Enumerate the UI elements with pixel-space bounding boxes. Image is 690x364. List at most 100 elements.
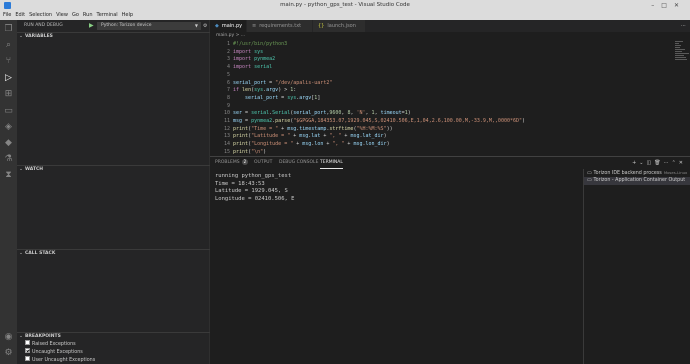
watch-section-header[interactable]: ⌄ WATCH bbox=[17, 165, 210, 174]
run-debug-icon[interactable]: ▷ bbox=[3, 73, 14, 84]
menu-help[interactable]: Help bbox=[122, 12, 133, 18]
sidebar-header: RUN AND DEBUG ▶ Python: Torizon device ▼… bbox=[17, 20, 209, 32]
start-debugging-icon[interactable]: ▶ bbox=[89, 20, 94, 32]
testing-icon[interactable]: ⚗ bbox=[3, 154, 14, 165]
line-number: 10 bbox=[223, 110, 230, 117]
breakpoint-checkbox[interactable] bbox=[25, 348, 30, 353]
minimize-icon[interactable]: – bbox=[651, 2, 661, 9]
menu-view[interactable]: View bbox=[56, 12, 68, 18]
breakpoint-raised-exceptions[interactable]: Raised Exceptions bbox=[25, 340, 76, 349]
code-token: ", " bbox=[329, 133, 342, 140]
launch-config-value: Python: Torizon device bbox=[101, 23, 152, 28]
open-launch-json-gear-icon[interactable]: ⚙ bbox=[203, 20, 207, 32]
maximize-icon[interactable]: □ bbox=[661, 2, 674, 9]
breakpoints-section-header[interactable]: ⌄ BREAKPOINTS bbox=[17, 332, 210, 341]
torizon-icon[interactable]: ◆ bbox=[3, 138, 14, 149]
docker-icon[interactable]: ◈ bbox=[3, 122, 14, 133]
extensions-icon[interactable]: ⊞ bbox=[3, 89, 14, 100]
code-line[interactable]: #!/usr/bin/python3 bbox=[233, 41, 287, 49]
code-token: msg bbox=[233, 118, 243, 124]
menu-bar: File Edit Selection View Go Run Terminal Help bbox=[0, 11, 690, 20]
window-controls[interactable]: –□✕ bbox=[651, 1, 686, 10]
breakpoint-checkbox[interactable] bbox=[25, 340, 30, 345]
code-token: "\n" bbox=[251, 148, 264, 155]
menu-go[interactable]: Go bbox=[72, 12, 79, 18]
breakpoints-title: BREAKPOINTS bbox=[25, 334, 61, 339]
code-token: parse bbox=[275, 118, 291, 124]
variables-section-header[interactable]: ⌄ VARIABLES bbox=[17, 32, 210, 41]
code-token: "Longitude = " bbox=[251, 141, 294, 148]
code-line[interactable]: print("Latitude = " + msg.lat + ", " + m… bbox=[233, 133, 387, 141]
code-line[interactable]: serial_port = "/dev/apalis-uart2" bbox=[233, 80, 332, 88]
breakpoint-user-uncaught-exceptions[interactable]: User Uncaught Exceptions bbox=[25, 356, 95, 364]
minimap[interactable] bbox=[675, 41, 690, 63]
menu-selection[interactable]: Selection bbox=[29, 12, 52, 18]
terminal-item-desc: Moses-Linux bbox=[663, 170, 688, 175]
more-actions-icon[interactable]: ⋯ bbox=[681, 20, 686, 32]
line-number: 14 bbox=[223, 141, 230, 148]
code-token: #!/usr/bin/python3 bbox=[233, 41, 288, 47]
tab-requirements-txt[interactable]: ≡ requirements.txt bbox=[247, 20, 313, 32]
close-panel-icon[interactable]: ✕ bbox=[679, 160, 686, 166]
source-control-icon[interactable]: ⑂ bbox=[3, 56, 14, 67]
code-token: = bbox=[266, 79, 276, 86]
run-debug-sidebar: RUN AND DEBUG ▶ Python: Torizon device ▼… bbox=[17, 20, 210, 364]
code-editor[interactable]: 1 #!/usr/bin/python3 2 import sys 3 import py… bbox=[210, 39, 690, 156]
tab-problems[interactable]: PROBLEMS 2 bbox=[215, 157, 249, 169]
code-token: import bbox=[233, 48, 252, 55]
code-token: print bbox=[233, 125, 249, 132]
terminal-output[interactable]: running python_gps_test Time = 18:43:53 La… bbox=[215, 173, 575, 203]
code-token: pynmea2 bbox=[251, 56, 276, 63]
breakpoint-uncaught-exceptions[interactable]: Uncaught Exceptions bbox=[25, 348, 83, 357]
code-token: sys bbox=[287, 94, 297, 101]
maximize-panel-icon[interactable]: ⌃ bbox=[672, 160, 679, 166]
tab-terminal[interactable]: TERMINAL bbox=[320, 157, 343, 169]
code-token: = bbox=[242, 118, 252, 124]
more-actions-icon[interactable]: ⋯ bbox=[664, 160, 672, 166]
tab-label: TERMINAL bbox=[320, 160, 343, 165]
breadcrumb[interactable]: main.py > ... bbox=[210, 32, 690, 39]
menu-file[interactable]: File bbox=[3, 12, 11, 18]
tab-debug-console[interactable]: DEBUG CONSOLE bbox=[279, 157, 318, 169]
launch-config-select[interactable]: Python: Torizon device ▼ bbox=[97, 22, 201, 30]
code-line[interactable]: if len(sys.argv) > 1: bbox=[233, 87, 296, 95]
code-token: print bbox=[233, 133, 249, 140]
code-token: "%H:%M:%S" bbox=[356, 125, 387, 132]
kill-terminal-icon[interactable]: 🗑 bbox=[654, 160, 663, 166]
code-token: serial_port bbox=[233, 79, 267, 86]
manage-gear-icon[interactable]: ⚙ bbox=[3, 348, 14, 359]
menu-edit[interactable]: Edit bbox=[15, 12, 25, 18]
code-line[interactable]: import sys bbox=[233, 49, 263, 57]
code-token: "/dev/apalis-uart2" bbox=[275, 79, 333, 86]
code-line[interactable]: print("Longitude = " + msg.lon + ", " + … bbox=[233, 141, 390, 149]
code-line[interactable]: import serial bbox=[233, 64, 272, 72]
panel-tabs: PROBLEMS 2 OUTPUT DEBUG CONSOLE TERMINAL … bbox=[210, 157, 690, 169]
code-token: msg bbox=[299, 133, 309, 140]
timeline-icon[interactable]: ⧗ bbox=[3, 170, 14, 181]
chevron-down-icon: ⌄ bbox=[19, 167, 23, 172]
code-line[interactable]: print("Time = " + msg.timestamp.strftime… bbox=[233, 126, 393, 134]
code-line[interactable]: ser = serial.Serial(serial_port,9600, 8,… bbox=[233, 110, 411, 118]
tab-output[interactable]: OUTPUT bbox=[254, 157, 272, 169]
account-icon[interactable]: ◉ bbox=[3, 332, 14, 343]
close-icon[interactable]: ✕ bbox=[674, 2, 686, 9]
code-token: ) bbox=[386, 141, 390, 148]
breakpoint-checkbox[interactable] bbox=[25, 356, 30, 361]
menu-run[interactable]: Run bbox=[83, 12, 93, 18]
files-icon[interactable]: ❐ bbox=[3, 24, 14, 35]
menu-terminal[interactable]: Terminal bbox=[97, 12, 118, 18]
terminal-item-container-output[interactable]: ▭ Torizon - Application Container Output bbox=[584, 177, 690, 185]
terminal-item-backend[interactable]: ▭ Torizon IDE backend process Moses-Linux bbox=[584, 169, 690, 177]
code-line[interactable]: msg = pynmea2.parse("$GPGGA,184353.07,19… bbox=[233, 118, 525, 126]
code-token: ) > bbox=[278, 87, 291, 94]
tab-launch-json[interactable]: {} launch.json bbox=[313, 20, 366, 32]
tab-main-py[interactable]: ◆main.py✕ bbox=[210, 20, 251, 32]
code-line[interactable]: serial_port = sys.argv[1] bbox=[233, 95, 320, 103]
code-line[interactable]: import pynmea2 bbox=[233, 56, 275, 64]
search-icon[interactable]: ⌕ bbox=[3, 40, 14, 51]
remote-explorer-icon[interactable]: ▭ bbox=[3, 106, 14, 117]
terminal-dropdown-icon[interactable]: ⌄ bbox=[639, 160, 646, 166]
code-token: ) bbox=[383, 133, 387, 140]
line-number: 11 bbox=[223, 118, 230, 124]
call-stack-section-header[interactable]: ⌄ CALL STACK bbox=[17, 249, 210, 258]
